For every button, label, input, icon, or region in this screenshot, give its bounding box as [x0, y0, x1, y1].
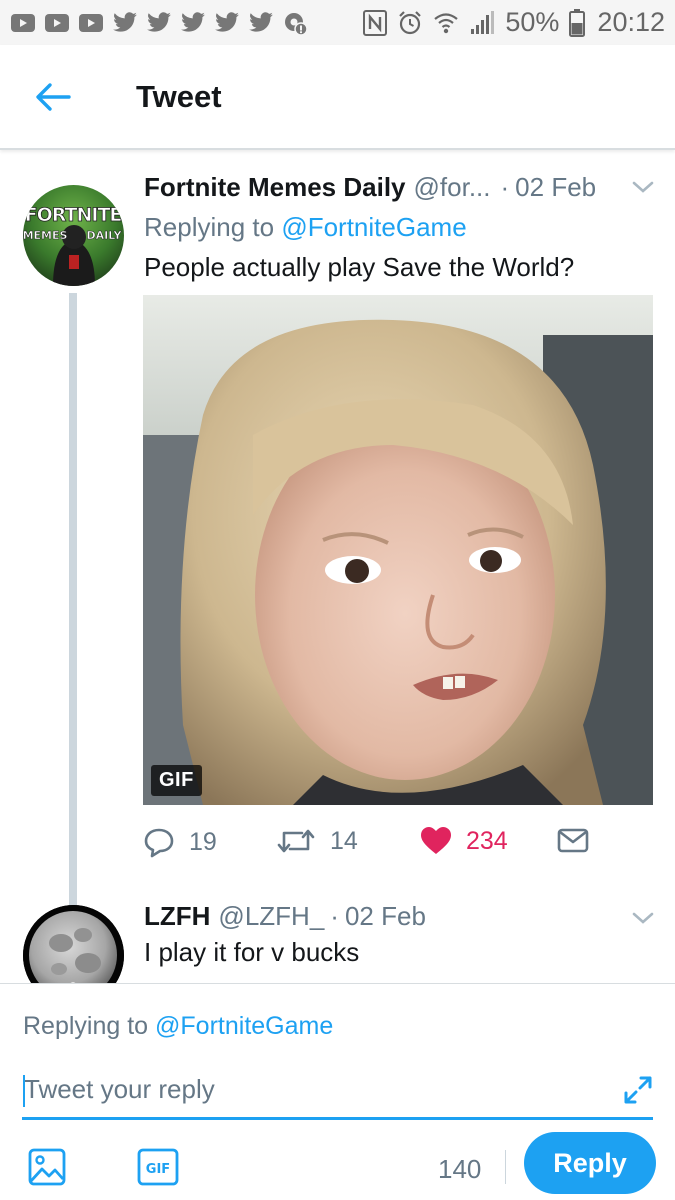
twitter-icon: [113, 11, 137, 32]
expand-icon[interactable]: [622, 1074, 654, 1106]
alarm-icon: [399, 10, 422, 34]
tweet-text: I play it for v bucks: [144, 937, 360, 967]
twitter-icon: [215, 11, 239, 32]
avatar[interactable]: FORTNITE MEMES DAILY: [23, 185, 124, 286]
notification-icons: [10, 10, 308, 36]
divider: [505, 1150, 506, 1184]
tweet-date: 02 Feb: [344, 901, 426, 931]
retweet-count: 14: [330, 826, 358, 855]
mention-link[interactable]: @FortniteGame: [155, 1012, 333, 1040]
chevron-down-icon[interactable]: [630, 178, 656, 196]
gif-icon[interactable]: GIF: [137, 1148, 179, 1186]
avatar-logo-text: FORTNITE: [25, 204, 122, 226]
clock: 20:12: [597, 7, 665, 37]
reply-count: 19: [189, 827, 217, 856]
author-handle[interactable]: @LZFH_: [218, 901, 324, 932]
share-dm-action[interactable]: [557, 826, 589, 854]
separator-dot: ·: [500, 172, 510, 202]
envelope-icon: [557, 828, 589, 853]
reply-tweet[interactable]: LZFH @LZFH_ · 02 Feb I play it for v buc…: [0, 895, 675, 983]
nfc-icon: [363, 9, 388, 36]
tweet-header: Fortnite Memes Daily @for... · 02 Feb: [144, 172, 664, 206]
reply-composer: Replying to @FortniteGame GIF 140 Reply: [0, 983, 675, 1200]
svg-text:GIF: GIF: [146, 1162, 170, 1177]
retweet-icon: [277, 829, 315, 853]
status-bar: 50% 20:12: [0, 0, 675, 45]
reply-action[interactable]: 19: [143, 826, 217, 858]
tweet-date: 02 Feb: [515, 172, 597, 202]
like-action[interactable]: 234: [420, 826, 508, 856]
text-cursor: [23, 1075, 25, 1107]
separator-dot: ·: [330, 901, 339, 931]
settings-notification-icon: [285, 12, 308, 36]
arrow-left-icon: [36, 82, 71, 111]
back-button[interactable]: [0, 44, 110, 149]
twitter-icon: [147, 11, 171, 32]
wifi-icon: [434, 12, 459, 33]
youtube-icon: [11, 13, 35, 32]
reply-input[interactable]: [22, 1068, 653, 1120]
mention-link[interactable]: @FortniteGame: [281, 212, 466, 242]
retweet-action[interactable]: 14: [276, 826, 358, 856]
svg-text:MEMES: MEMES: [23, 229, 67, 242]
system-indicators: 50% 20:12: [363, 7, 665, 38]
composer-toolbar: GIF 140 Reply: [0, 1124, 675, 1194]
comment-icon: [144, 828, 174, 858]
replying-to: Replying to @FortniteGame: [23, 1012, 334, 1040]
youtube-icon: [45, 13, 69, 32]
battery-icon: [569, 8, 586, 37]
tweet-text: People actually play Save the World?: [144, 252, 575, 282]
like-count: 234: [466, 826, 508, 855]
battery-percent: 50%: [505, 7, 560, 37]
youtube-icon: [79, 13, 103, 32]
tweet-actions: 19 14 234: [143, 826, 663, 866]
character-counter: 140: [438, 1154, 482, 1184]
author-name[interactable]: Fortnite Memes Daily: [144, 172, 406, 203]
twitter-icon: [181, 11, 205, 32]
image-icon[interactable]: [28, 1148, 66, 1186]
heart-icon: [421, 827, 451, 854]
avatar[interactable]: [23, 905, 124, 983]
signal-icon: [471, 10, 495, 34]
replying-to: Replying to @FortniteGame: [144, 212, 467, 242]
svg-text:DAILY: DAILY: [87, 229, 123, 242]
reply-button[interactable]: Reply: [524, 1132, 656, 1194]
gif-badge: GIF: [151, 765, 202, 796]
tweet-media-gif[interactable]: GIF: [143, 295, 653, 805]
twitter-icon: [249, 11, 273, 32]
reply-header: LZFH @LZFH_ · 02 Feb: [144, 901, 426, 932]
page-title: Tweet: [136, 78, 222, 114]
author-name[interactable]: LZFH: [144, 901, 210, 932]
author-handle[interactable]: @for...: [414, 172, 491, 203]
chevron-down-icon[interactable]: [630, 909, 656, 927]
top-app-bar: Tweet: [0, 45, 675, 150]
